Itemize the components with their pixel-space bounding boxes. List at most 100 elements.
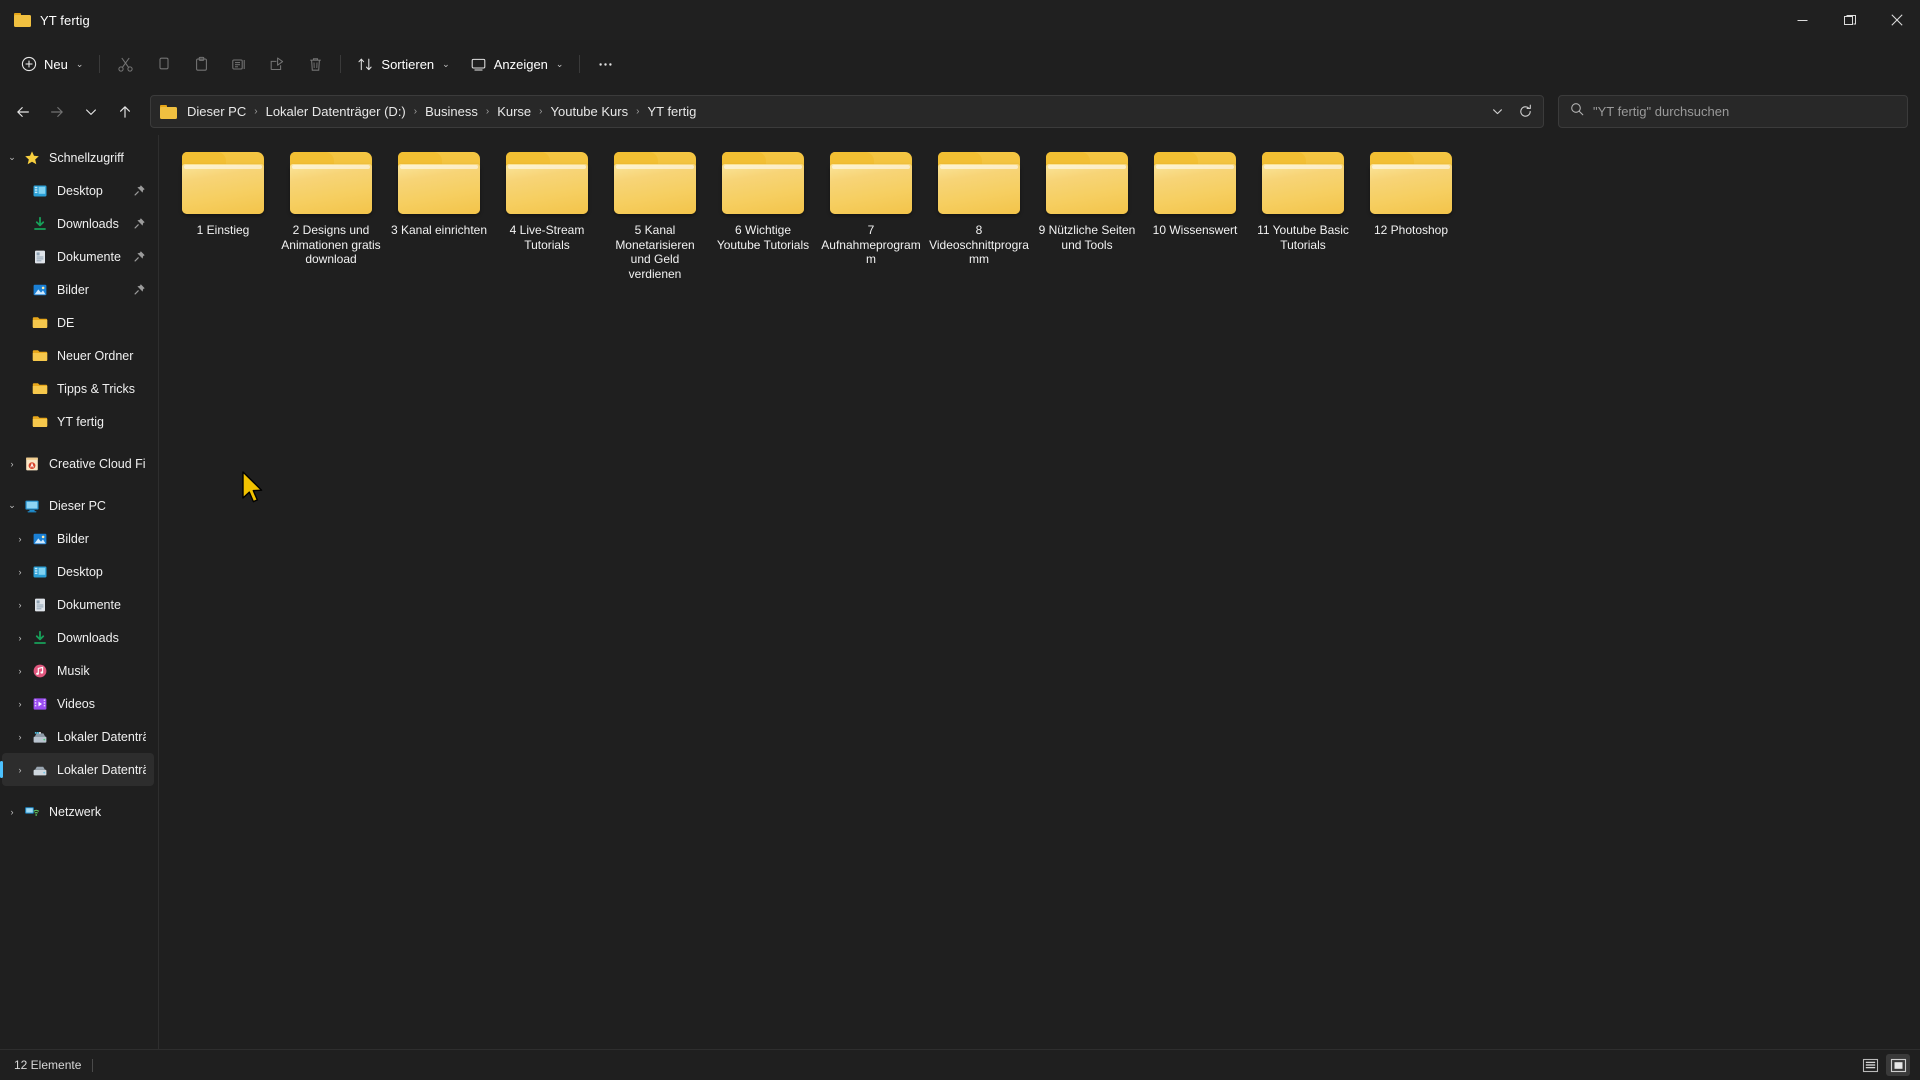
file-tile[interactable]: 11 Youtube Basic Tutorials (1249, 143, 1357, 285)
restore-button[interactable] (1826, 0, 1873, 40)
sidebar-item-lokaler-datentr-ge[interactable]: › Lokaler Datenträge (2, 720, 154, 753)
music-icon (30, 662, 50, 680)
chevron-right-icon[interactable]: › (2, 459, 22, 469)
back-button[interactable] (6, 96, 40, 128)
chevron-right-icon[interactable]: › (10, 633, 30, 643)
folder-icon (1368, 149, 1454, 217)
file-tile[interactable]: 1 Einstieg (169, 143, 277, 285)
share-button[interactable] (258, 48, 296, 80)
breadcrumb-item[interactable]: Youtube Kurs (545, 101, 635, 122)
sidebar-item-bilder[interactable]: ›Bilder (2, 522, 154, 555)
paste-button[interactable] (182, 48, 220, 80)
toolbar-divider-2 (340, 55, 342, 73)
pin-icon[interactable] (133, 217, 146, 230)
file-list-view[interactable]: 1 Einstieg 2 Designs und Animationen grat… (159, 135, 1920, 1049)
refresh-button[interactable] (1511, 98, 1539, 125)
folder-icon (1152, 149, 1238, 217)
cut-button[interactable] (106, 48, 144, 80)
large-icons-view-icon[interactable] (1886, 1054, 1910, 1076)
sidebar-item-creative-cloud-files[interactable]: › Creative Cloud Files (2, 447, 154, 480)
chevron-right-icon[interactable]: › (10, 666, 30, 676)
pin-icon[interactable] (133, 250, 146, 263)
copy-button[interactable] (144, 48, 182, 80)
file-tile[interactable]: 3 Kanal einrichten (385, 143, 493, 285)
rename-button[interactable] (220, 48, 258, 80)
mouse-cursor (242, 471, 263, 503)
delete-button[interactable] (296, 48, 334, 80)
file-tile[interactable]: 4 Live-Stream Tutorials (493, 143, 601, 285)
breadcrumb-item[interactable]: Kurse (491, 101, 537, 122)
list-view-icon[interactable] (1858, 1054, 1882, 1076)
chevron-down-icon[interactable]: ⌄ (2, 152, 22, 163)
sidebar-item-bilder[interactable]: ›Bilder (2, 273, 154, 306)
new-button[interactable]: Neu ⌄ (10, 48, 93, 80)
search-box[interactable]: "YT fertig" durchsuchen (1558, 95, 1908, 128)
video-icon (30, 695, 50, 713)
sidebar-item-dokumente[interactable]: ›Dokumente (2, 588, 154, 621)
chevron-right-icon[interactable]: › (10, 600, 30, 610)
breadcrumb-item[interactable]: Business (419, 101, 484, 122)
up-button[interactable] (108, 96, 142, 128)
close-button[interactable] (1873, 0, 1920, 40)
file-tile[interactable]: 2 Designs und Animationen gratis downloa… (277, 143, 385, 285)
search-input[interactable]: "YT fertig" durchsuchen (1593, 104, 1729, 119)
sidebar-item-videos[interactable]: › Videos (2, 687, 154, 720)
creative-cloud-icon (22, 455, 42, 473)
more-options-button[interactable] (586, 48, 624, 80)
chevron-right-icon[interactable]: › (10, 732, 30, 742)
chevron-right-icon[interactable]: › (2, 807, 22, 817)
paste-icon (193, 56, 210, 73)
chevron-right-icon[interactable]: › (10, 534, 30, 544)
chevron-right-icon[interactable]: › (10, 765, 30, 775)
sidebar-item-downloads[interactable]: ›Downloads (2, 207, 154, 240)
sidebar-item-label: Musik (57, 663, 90, 678)
breadcrumb-item[interactable]: Dieser PC (181, 101, 252, 122)
sidebar-item-desktop[interactable]: ›Desktop (2, 555, 154, 588)
breadcrumb-item[interactable]: Lokaler Datenträger (D:) (260, 101, 412, 122)
chevron-down-icon: ⌄ (75, 58, 84, 69)
breadcrumb-item[interactable]: YT fertig (641, 101, 702, 122)
chevron-down-icon[interactable]: ⌄ (2, 500, 22, 511)
file-tile[interactable]: 10 Wissenswert (1141, 143, 1249, 285)
sidebar-item-de[interactable]: ›DE (2, 306, 154, 339)
sidebar-item-lokaler-datentr-ge[interactable]: › Lokaler Datenträge (0, 753, 154, 786)
document-icon (30, 248, 50, 266)
chevron-right-icon[interactable]: › (10, 567, 30, 577)
forward-button[interactable] (40, 96, 74, 128)
sidebar-item-label: Videos (57, 696, 95, 711)
view-mode-toggles (1858, 1054, 1910, 1076)
sidebar-item-neuer-ordner[interactable]: ›Neuer Ordner (2, 339, 154, 372)
file-tile[interactable]: 7 Aufnahmeprogramm (817, 143, 925, 285)
file-tile[interactable]: 6 Wichtige Youtube Tutorials (709, 143, 817, 285)
sidebar-item-schnellzugriff[interactable]: ⌄ Schnellzugriff (2, 141, 154, 174)
sidebar-item-netzwerk[interactable]: › Netzwerk (2, 795, 154, 828)
pin-icon[interactable] (133, 283, 146, 296)
toolbar-divider-3 (579, 55, 581, 73)
folder-icon (504, 149, 590, 217)
file-name-label: 8 Videoschnittprogramm (929, 223, 1029, 266)
folder-icon (30, 380, 50, 398)
sidebar-item-tipps-tricks[interactable]: ›Tipps & Tricks (2, 372, 154, 405)
recent-locations-button[interactable] (74, 96, 108, 128)
download-icon (30, 629, 50, 647)
view-button[interactable]: Anzeigen ⌄ (460, 48, 574, 80)
file-tile[interactable]: 5 Kanal Monetarisieren und Geld verdiene… (601, 143, 709, 285)
file-tile[interactable]: 9 Nützliche Seiten und Tools (1033, 143, 1141, 285)
sidebar-item-musik[interactable]: › Musik (2, 654, 154, 687)
sidebar-item-desktop[interactable]: ›Desktop (2, 174, 154, 207)
file-tile[interactable]: 12 Photoshop (1357, 143, 1465, 285)
folder-icon (936, 149, 1022, 217)
explorer-body: ⌄ Schnellzugriff › Desktop › Downloads › Dokume… (0, 135, 1920, 1049)
sidebar-item-dokumente[interactable]: ›Dokumente (2, 240, 154, 273)
minimize-button[interactable] (1779, 0, 1826, 40)
sidebar-item-downloads[interactable]: ›Downloads (2, 621, 154, 654)
pin-icon[interactable] (133, 184, 146, 197)
sidebar-item-dieser-pc[interactable]: ⌄ Dieser PC (2, 489, 154, 522)
sort-button[interactable]: Sortieren ⌄ (347, 48, 459, 80)
chevron-right-icon[interactable]: › (10, 699, 30, 709)
navigation-pane[interactable]: ⌄ Schnellzugriff › Desktop › Downloads › Dokume… (0, 135, 159, 1049)
sidebar-item-yt-fertig[interactable]: ›YT fertig (2, 405, 154, 438)
file-tile[interactable]: 8 Videoschnittprogramm (925, 143, 1033, 285)
address-bar[interactable]: Dieser PC › Lokaler Datenträger (D:) › Busin… (150, 95, 1544, 128)
address-dropdown-button[interactable] (1483, 98, 1511, 125)
